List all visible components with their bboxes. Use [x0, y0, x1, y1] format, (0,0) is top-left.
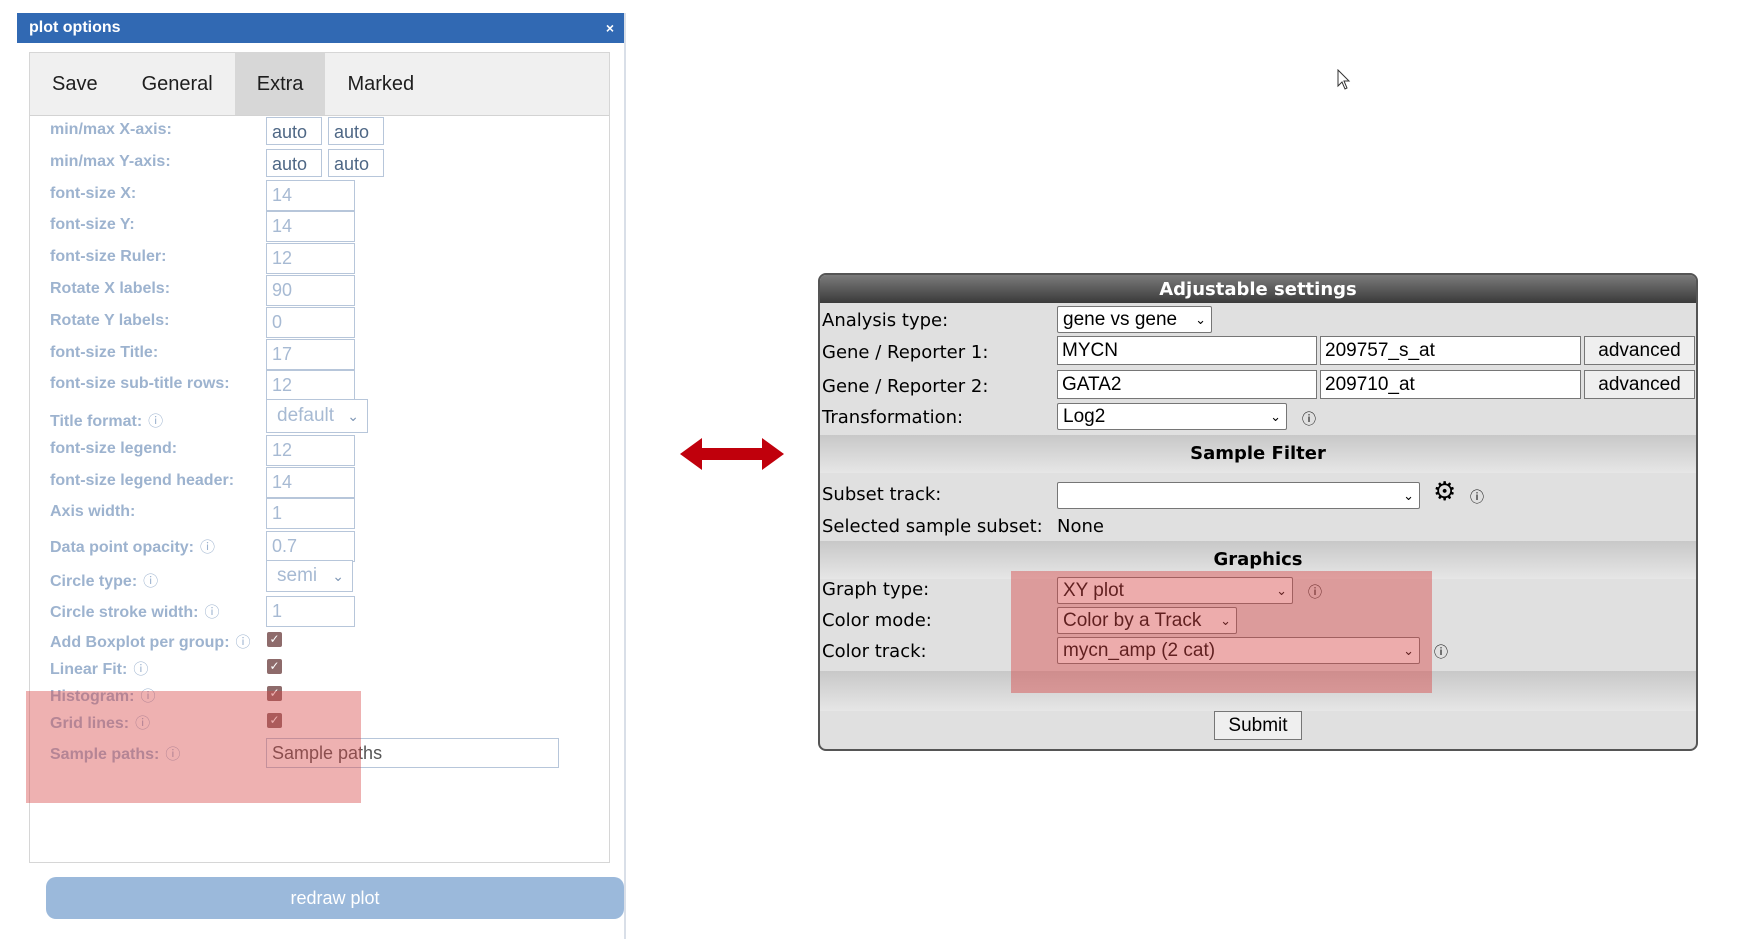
font-size-subtitle-label: font-size sub-title rows: [50, 375, 230, 392]
circle-type-value: semi [277, 565, 318, 586]
rotate-x-label: Rotate X labels: [50, 280, 171, 297]
redraw-plot-button[interactable]: redraw plot [46, 877, 624, 919]
rotate-y-input[interactable]: 0 [266, 307, 355, 338]
axis-width-label: Axis width: [50, 503, 136, 520]
chevron-down-icon: ⌄ [332, 568, 344, 584]
dialog-title: plot options [29, 19, 121, 36]
add-boxplot-checkbox[interactable]: ✓ [267, 632, 282, 647]
subset-track-label: Subset track: [822, 484, 942, 505]
add-boxplot-label: Add Boxplot per group: ⓘ [50, 631, 251, 652]
min-x-input[interactable]: auto [266, 117, 322, 145]
graph-type-label: Graph type: [822, 579, 930, 600]
analysis-type-select[interactable]: gene vs gene ⌄ [1057, 306, 1212, 333]
linear-fit-text: Linear Fit: [50, 661, 128, 678]
highlight-overlay [26, 691, 361, 803]
circle-type-select[interactable]: semi ⌄ [266, 560, 353, 592]
axis-width-input[interactable]: 1 [266, 498, 355, 529]
subset-track-select[interactable]: ⌄ [1057, 482, 1420, 509]
transformation-label: Transformation: [822, 407, 964, 428]
circle-stroke-width-input[interactable]: 1 [266, 596, 355, 627]
title-format-text: Title format: [50, 413, 143, 430]
font-size-title-label: font-size Title: [50, 344, 159, 361]
selected-subset-value: None [1057, 516, 1104, 537]
info-icon[interactable]: ⓘ [1302, 409, 1316, 429]
advanced-button-2[interactable]: advanced [1584, 370, 1695, 399]
font-size-subtitle-input[interactable]: 12 [266, 370, 355, 401]
data-point-opacity-label: Data point opacity: ⓘ [50, 536, 215, 557]
transformation-value: Log2 [1063, 406, 1106, 427]
tab-save[interactable]: Save [30, 53, 120, 115]
info-icon[interactable]: ⓘ [200, 539, 215, 556]
minmax-y-label: min/max Y-axis: [50, 153, 171, 170]
chevron-down-icon: ⌄ [1403, 488, 1414, 503]
tab-bar: Save General Extra Marked [30, 53, 609, 116]
sample-filter-header: Sample Filter [820, 435, 1696, 473]
gene2-label: Gene / Reporter 2: [822, 376, 989, 397]
title-format-select[interactable]: default ⌄ [266, 399, 368, 433]
circle-type-label: Circle type: ⓘ [50, 570, 158, 591]
font-size-legend-label: font-size legend: [50, 440, 178, 457]
font-size-legend-input[interactable]: 12 [266, 435, 355, 466]
minmax-x-label: min/max X-axis: [50, 121, 172, 138]
info-icon[interactable]: ⓘ [148, 413, 163, 430]
close-icon[interactable]: × [606, 13, 614, 43]
min-y-input[interactable]: auto [266, 149, 322, 177]
tab-general[interactable]: General [120, 53, 235, 115]
font-size-legend-header-input[interactable]: 14 [266, 467, 355, 498]
analysis-type-label: Analysis type: [822, 310, 949, 331]
circle-stroke-width-label: Circle stroke width: ⓘ [50, 601, 220, 622]
analysis-type-value: gene vs gene [1063, 309, 1178, 330]
info-icon[interactable]: ⓘ [1470, 487, 1484, 507]
dialog-titlebar[interactable]: plot options × [17, 13, 624, 43]
linear-fit-checkbox[interactable]: ✓ [267, 659, 282, 674]
tab-marked[interactable]: Marked [325, 53, 436, 115]
gear-icon[interactable]: ⚙ [1433, 477, 1456, 507]
gene1-label: Gene / Reporter 1: [822, 342, 989, 363]
selected-subset-label: Selected sample subset: [822, 516, 1043, 537]
rotate-y-label: Rotate Y labels: [50, 312, 170, 329]
highlight-overlay [1011, 571, 1432, 693]
add-boxplot-text: Add Boxplot per group: [50, 634, 230, 651]
tab-extra[interactable]: Extra [234, 53, 326, 115]
font-size-title-input[interactable]: 17 [266, 339, 355, 370]
linear-fit-label: Linear Fit: ⓘ [50, 658, 148, 679]
chevron-down-icon: ⌄ [1270, 409, 1281, 424]
transformation-select[interactable]: Log2 ⌄ [1057, 403, 1287, 430]
font-size-y-label: font-size Y: [50, 216, 135, 233]
title-format-label: Title format: ⓘ [50, 410, 163, 431]
advanced-button-1[interactable]: advanced [1584, 336, 1695, 365]
chevron-down-icon: ⌄ [1195, 312, 1206, 327]
info-icon[interactable]: ⓘ [1434, 642, 1448, 662]
panel-header: Adjustable settings [820, 275, 1696, 303]
info-icon[interactable]: ⓘ [133, 661, 148, 678]
chevron-down-icon: ⌄ [347, 408, 359, 424]
color-track-label: Color track: [822, 641, 927, 662]
submit-button[interactable]: Submit [1214, 711, 1302, 740]
gene2-input[interactable]: GATA2 [1057, 370, 1317, 399]
data-point-opacity-text: Data point opacity: [50, 539, 195, 556]
info-icon[interactable]: ⓘ [204, 604, 219, 621]
mouse-cursor-icon [1337, 69, 1351, 90]
reporter2-input[interactable]: 209710_at [1320, 370, 1581, 399]
font-size-x-label: font-size X: [50, 185, 137, 202]
font-size-legend-header-label: font-size legend header: [50, 472, 235, 489]
font-size-ruler-input[interactable]: 12 [266, 243, 355, 274]
double-arrow-icon [680, 438, 784, 470]
font-size-x-input[interactable]: 14 [266, 180, 355, 211]
circle-type-text: Circle type: [50, 573, 138, 590]
max-x-input[interactable]: auto [328, 117, 384, 145]
font-size-ruler-label: font-size Ruler: [50, 248, 167, 265]
info-icon[interactable]: ⓘ [236, 634, 251, 651]
reporter1-input[interactable]: 209757_s_at [1320, 336, 1581, 365]
title-format-value: default [277, 405, 335, 426]
color-mode-label: Color mode: [822, 610, 932, 631]
data-point-opacity-input[interactable]: 0.7 [266, 531, 355, 562]
info-icon[interactable]: ⓘ [143, 573, 158, 590]
rotate-x-input[interactable]: 90 [266, 275, 355, 306]
gene1-input[interactable]: MYCN [1057, 336, 1317, 365]
max-y-input[interactable]: auto [328, 149, 384, 177]
circle-stroke-width-text: Circle stroke width: [50, 604, 199, 621]
font-size-y-input[interactable]: 14 [266, 211, 355, 242]
